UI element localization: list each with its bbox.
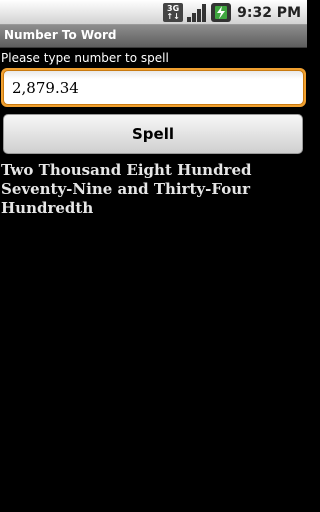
input-prompt-label: Please type number to spell <box>1 51 169 65</box>
app-title: Number To Word <box>4 28 117 42</box>
spelled-result-text: Two Thousand Eight Hundred Seventy-Nine … <box>1 161 252 217</box>
number-input-container <box>1 68 306 107</box>
status-time: 9:32 PM <box>237 4 301 21</box>
app-title-bar: Number To Word <box>0 25 307 48</box>
battery-charging-icon <box>211 3 232 22</box>
network-3g-icon: 3G ↑↓ <box>163 3 184 22</box>
status-bar: 3G ↑↓ 9:32 PM <box>0 0 307 25</box>
spell-button[interactable]: Spell <box>3 114 303 154</box>
number-input[interactable] <box>3 70 304 105</box>
network-activity-label: ↑↓ <box>166 11 180 21</box>
status-icons: 3G ↑↓ 9:32 PM <box>163 2 301 23</box>
signal-bars-icon <box>187 3 207 22</box>
